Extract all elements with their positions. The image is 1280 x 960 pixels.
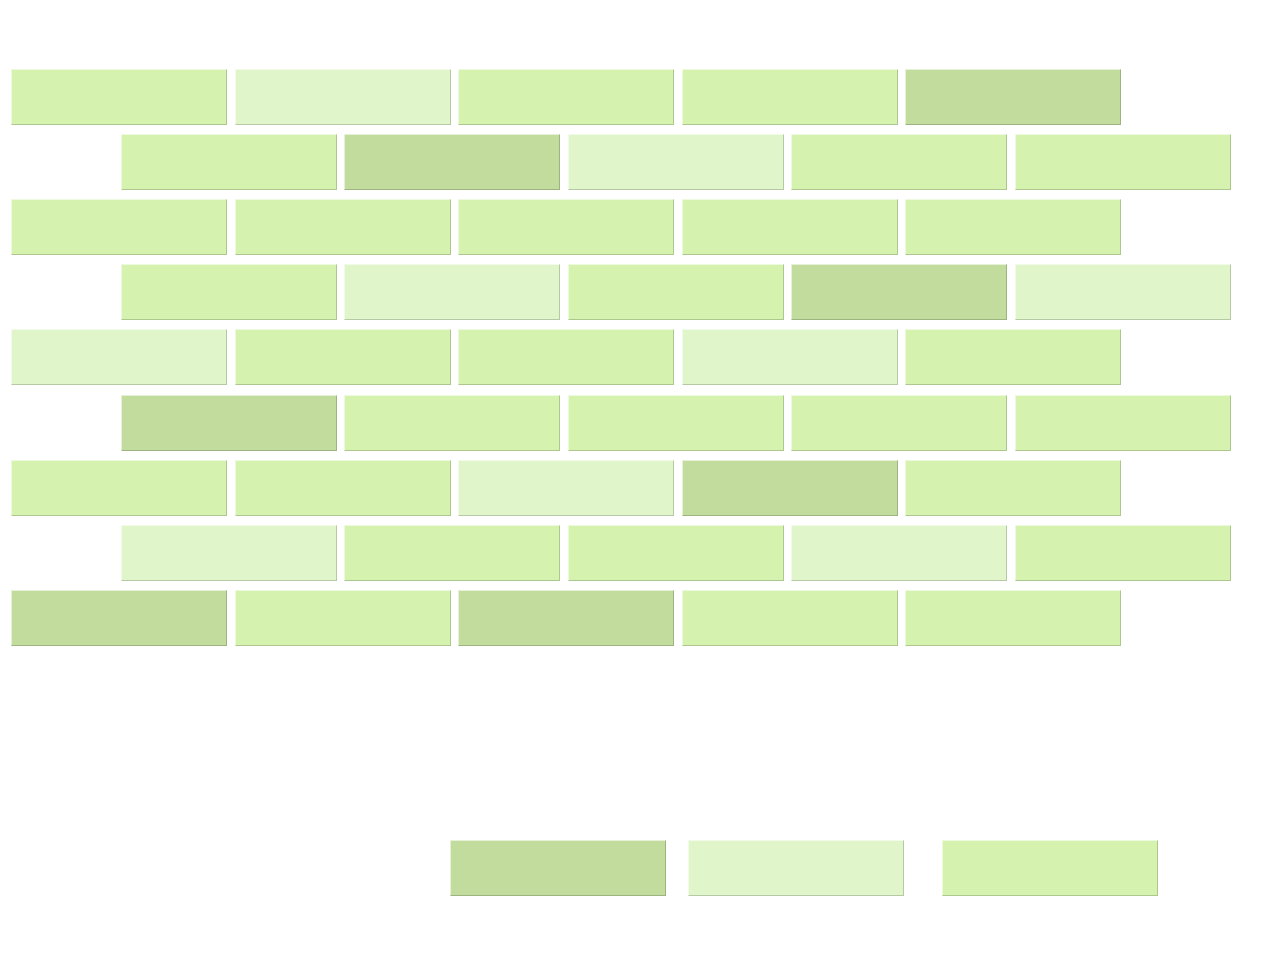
palette-brick-medium[interactable] — [942, 840, 1158, 896]
wall-brick[interactable] — [234, 199, 451, 256]
wall-brick[interactable] — [458, 329, 674, 386]
wall-brick[interactable] — [1014, 394, 1231, 451]
wall-brick[interactable] — [120, 394, 337, 451]
wall-brick[interactable] — [681, 589, 898, 646]
palette-brick-light[interactable] — [688, 840, 904, 896]
wall-brick[interactable] — [567, 524, 784, 581]
wall-brick[interactable] — [791, 134, 1007, 191]
wall-brick[interactable] — [1014, 264, 1231, 321]
wall-brick[interactable] — [234, 589, 451, 646]
wall-brick[interactable] — [11, 329, 227, 386]
palette-brick-dark[interactable] — [450, 840, 666, 896]
wall-brick[interactable] — [791, 264, 1007, 321]
wall-brick[interactable] — [1014, 524, 1231, 581]
wall-brick[interactable] — [11, 459, 227, 516]
wall-brick[interactable] — [1014, 134, 1231, 191]
wall-brick[interactable] — [567, 134, 784, 191]
wall-brick[interactable] — [344, 134, 560, 191]
wall-brick[interactable] — [234, 459, 451, 516]
wall-brick[interactable] — [11, 199, 227, 256]
wall-brick[interactable] — [234, 69, 451, 125]
wall-brick[interactable] — [905, 69, 1121, 125]
wall-brick[interactable] — [791, 394, 1007, 451]
wall-brick[interactable] — [120, 524, 337, 581]
wall-brick[interactable] — [458, 459, 674, 516]
wall-brick[interactable] — [905, 329, 1121, 386]
wall-brick[interactable] — [120, 134, 337, 191]
wall-brick[interactable] — [458, 69, 674, 125]
wall-brick[interactable] — [567, 264, 784, 321]
wall-brick[interactable] — [344, 524, 560, 581]
wall-brick[interactable] — [567, 394, 784, 451]
wall-brick[interactable] — [11, 69, 227, 125]
wall-brick[interactable] — [681, 459, 898, 516]
wall-brick[interactable] — [791, 524, 1007, 581]
wall-brick[interactable] — [681, 199, 898, 256]
wall-brick[interactable] — [905, 589, 1121, 646]
wall-brick[interactable] — [344, 264, 560, 321]
wall-brick[interactable] — [234, 329, 451, 386]
wall-brick[interactable] — [344, 394, 560, 451]
wall-brick[interactable] — [905, 459, 1121, 516]
wall-brick[interactable] — [120, 264, 337, 321]
wall-brick[interactable] — [681, 329, 898, 386]
wall-brick[interactable] — [458, 589, 674, 646]
brick-wall-board — [0, 0, 1280, 960]
wall-brick[interactable] — [458, 199, 674, 256]
wall-brick[interactable] — [905, 199, 1121, 256]
wall-brick[interactable] — [11, 589, 227, 646]
wall-brick[interactable] — [681, 69, 898, 125]
